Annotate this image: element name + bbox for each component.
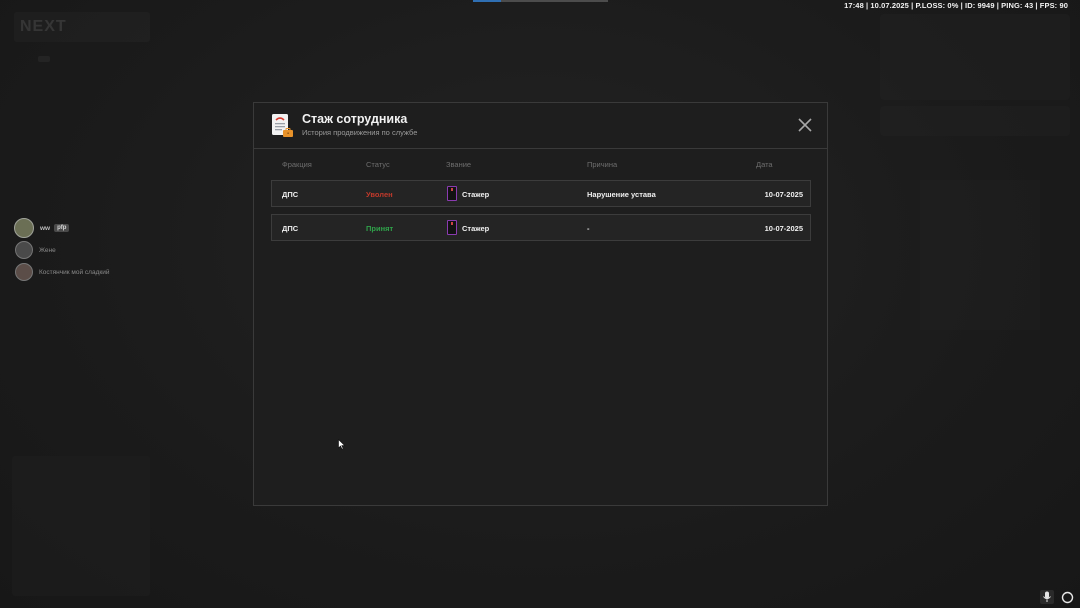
- bottom-right-controls: [1040, 590, 1074, 604]
- column-header-rank: Звание: [446, 160, 472, 169]
- background-scene: [920, 180, 1040, 330]
- avatar: [14, 218, 34, 238]
- player-name: Жене: [39, 246, 56, 254]
- modal-title: Стаж сотрудника: [302, 112, 408, 126]
- player-tag: pfp: [54, 224, 70, 232]
- hud-stats-text: 17:48 | 10.07.2025 | P.LOSS: 0% | ID: 99…: [844, 1, 1068, 10]
- player-name: Костянчик мой сладкий: [39, 268, 110, 276]
- top-progress-fill: [473, 0, 501, 2]
- right-hud-panel: [880, 14, 1070, 100]
- player-name: ww: [40, 224, 51, 232]
- table-header: Фракция Статус Звание Причина Дата: [271, 157, 811, 175]
- avatar: [15, 241, 33, 259]
- reason-cell: -: [587, 224, 590, 233]
- table-row: ДПС Уволен Стажер Нарушение устава 10-07…: [271, 180, 811, 207]
- status-cell: Принят: [366, 224, 394, 233]
- date-cell: 10-07-2025: [764, 224, 803, 233]
- player-item: Жене: [14, 239, 109, 261]
- rank-badge-icon: [447, 186, 457, 201]
- column-header-date: Дата: [756, 160, 773, 169]
- document-briefcase-icon: [269, 113, 295, 139]
- column-header-reason: Причина: [587, 160, 618, 169]
- hud-indicator: [38, 56, 50, 62]
- player-item: Костянчик мой сладкий: [14, 261, 109, 283]
- minimap: [12, 456, 150, 596]
- close-icon: [798, 118, 812, 132]
- rank-cell: Стажер: [462, 190, 490, 199]
- right-hud-panel-secondary: [880, 106, 1070, 136]
- date-cell: 10-07-2025: [764, 190, 803, 199]
- column-header-status: Статус: [366, 160, 390, 169]
- game-screen: 17:48 | 10.07.2025 | P.LOSS: 0% | ID: 99…: [0, 0, 1080, 608]
- microphone-button[interactable]: [1040, 590, 1054, 604]
- ring-icon: [1061, 591, 1073, 603]
- modal-header: Стаж сотрудника История продвижения по с…: [254, 103, 827, 149]
- rank-cell: Стажер: [462, 224, 490, 233]
- faction-cell: ДПС: [282, 224, 299, 233]
- server-logo: NEXT: [14, 12, 150, 42]
- column-header-faction: Фракция: [282, 160, 312, 169]
- player-item: ww pfp: [14, 217, 109, 239]
- server-logo-text: NEXT: [20, 18, 67, 35]
- voice-player-list: ww pfp Жене Костянчик мой сладкий: [14, 217, 109, 283]
- faction-cell: ДПС: [282, 190, 299, 199]
- close-button[interactable]: [797, 117, 813, 133]
- rank-badge-icon: [447, 220, 457, 235]
- top-progress-bar: [473, 0, 608, 2]
- avatar: [15, 263, 33, 281]
- ring-button[interactable]: [1060, 590, 1074, 604]
- status-cell: Уволен: [366, 190, 393, 199]
- table-row: ДПС Принят Стажер - 10-07-2025: [271, 214, 811, 241]
- reason-cell: Нарушение устава: [587, 190, 656, 199]
- modal-subtitle: История продвижения по службе: [302, 128, 418, 137]
- experience-table: Фракция Статус Звание Причина Дата ДПС У…: [271, 157, 811, 241]
- mouse-cursor-icon: [338, 437, 346, 455]
- microphone-icon: [1043, 591, 1051, 602]
